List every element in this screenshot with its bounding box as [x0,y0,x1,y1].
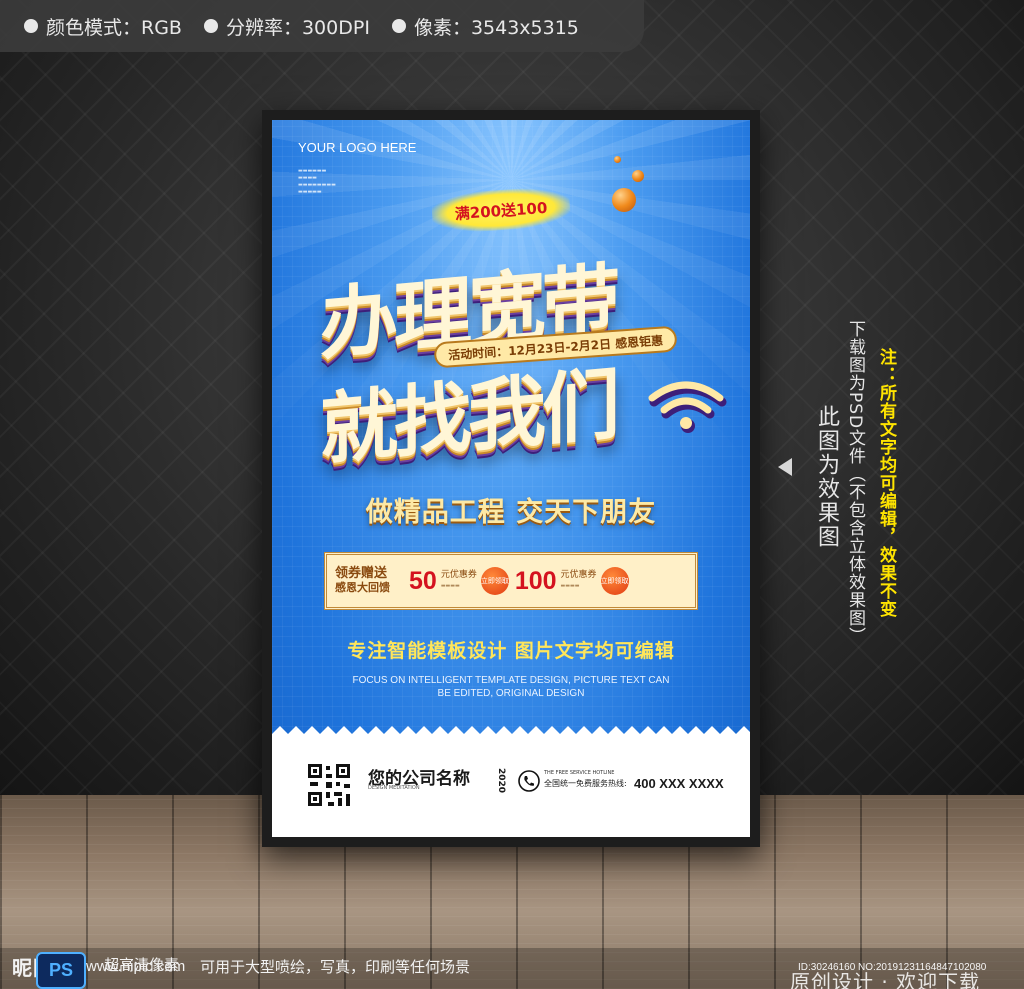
poster-footer: 您的公司名称 2020 DESIGN MEDITATION THE FREE S… [272,726,750,837]
subheadline: 专注智能模板设计 图片文字均可编辑 [347,640,675,662]
coupon-50: 50 元优惠券 ▬▬▬▬ 立即领取 [409,566,509,595]
design-label: DESIGN MEDITATION [368,785,420,791]
hotline-label: 全国统一免费服务热线: [544,779,627,788]
photoshop-icon: PS [36,952,86,989]
year-label: 2020 [496,768,506,794]
bullet-icon [24,19,38,33]
decorative-fine-text: ▬▬▬▬▬▬ ▬▬▬▬ ▬▬▬▬▬▬▬▬ ▬▬▬▬▬ [298,168,336,195]
watermark-url[interactable]: www.nipic.com [86,958,185,975]
preview-note: 此图为效果图 [814,405,839,549]
watermark-usage: 可用于大型喷绘，写真，印刷等任何场景 [200,958,471,976]
phone-icon [518,770,540,792]
info-color-mode: 颜色模式：RGB [24,13,182,40]
coupon-text: 元优惠券 [440,570,477,580]
zigzag-edge [272,726,750,742]
info-bar: 颜色模式：RGB 分辨率：300DPI 像素：3543x5315 [0,0,644,52]
orange-ball-small [614,156,621,163]
coupon-claim-button[interactable]: 立即领取 [600,567,629,595]
coupon-claim-button[interactable]: 立即领取 [480,567,509,595]
coupon-bar: 领券赠送 感恩大回馈 50 元优惠券 ▬▬▬▬ 立即领取 100 元优惠券 ▬▬▬▬… [324,552,698,610]
poster: YOUR LOGO HERE ▬▬▬▬▬▬ ▬▬▬▬ ▬▬▬▬▬▬▬▬ ▬▬▬▬▬ 满… [272,120,750,837]
wifi-icon [648,381,727,433]
phone-number: 400 XXX XXXX [634,776,724,791]
slogan: 做精品工程 交天下朋友 [365,497,657,528]
watermark-id: ID:30246160 NO:20191231164847102080 [798,962,987,973]
poster-logo: YOUR LOGO HERE [298,140,417,155]
coupon-amount: 50 [409,566,437,595]
psd-note: 下载图为PSD文件（不包含立体效果图） [845,320,865,646]
info-resolution: 分辨率：300DPI [203,13,370,40]
info-pixels: 像素：3543x5315 [391,13,579,40]
english-description: FOCUS ON INTELLIGENT TEMPLATE DESIGN, PI… [352,675,670,699]
poster-frame: YOUR LOGO HERE ▬▬▬▬▬▬ ▬▬▬▬ ▬▬▬▬▬▬▬▬ ▬▬▬▬▬ 满… [262,110,760,847]
orange-ball-large [612,188,636,212]
coupon-text: 元优惠券 [560,570,597,580]
left-arrow-icon [778,458,792,476]
hotline-english: THE FREE SERVICE HOTLINE [544,770,615,776]
coupon-amount: 100 [514,566,557,595]
bullet-icon [391,19,406,33]
qr-code-icon [308,764,350,806]
coupon-100: 100 元优惠券 ▬▬▬▬ 立即领取 [514,566,629,595]
coupon-bar-label: 领券赠送 感恩大回馈 [335,566,390,595]
bullet-icon [203,19,218,33]
orange-ball-medium [632,170,644,182]
edit-tip: 注：所有文字均可编辑，效果不变 [876,348,896,618]
